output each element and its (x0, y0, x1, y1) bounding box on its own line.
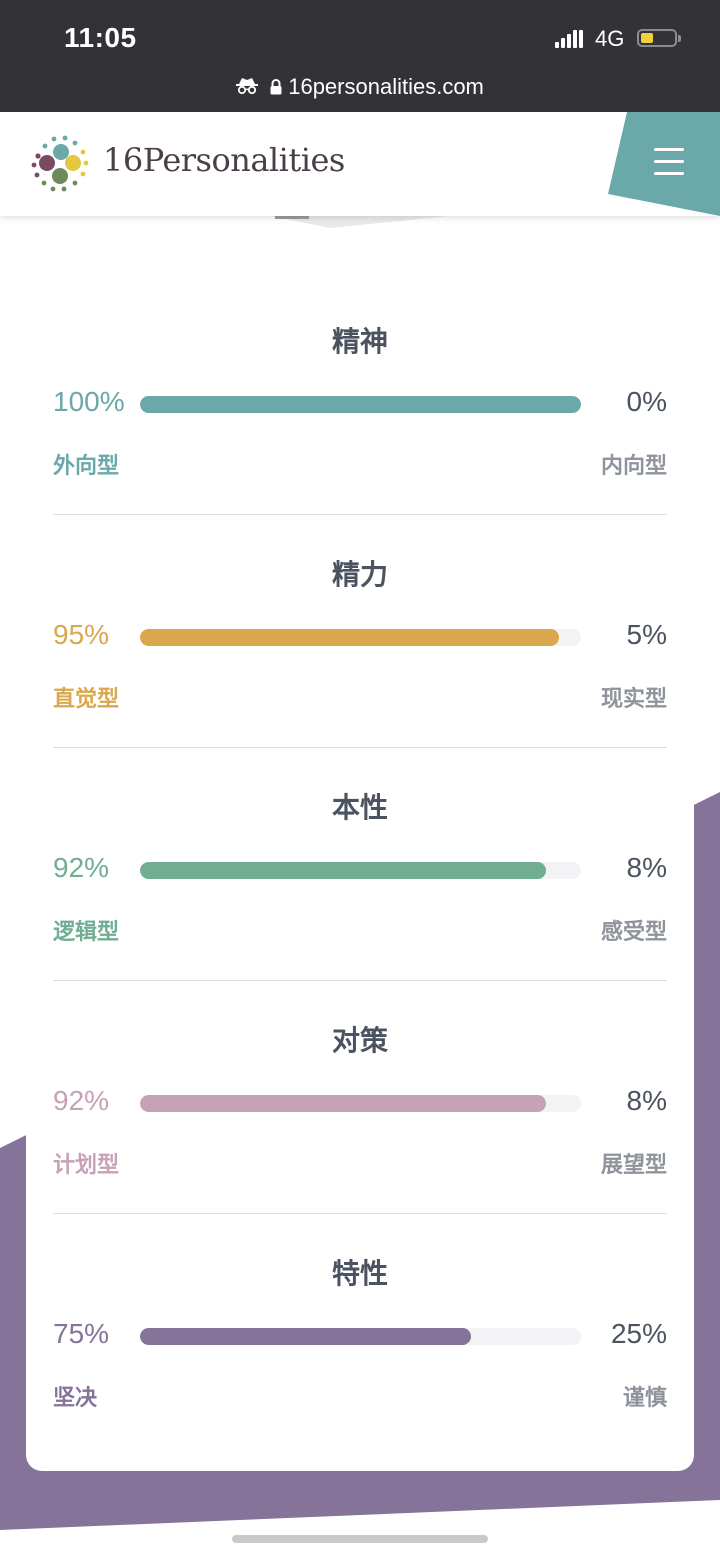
trait-bar (140, 629, 581, 646)
lock-icon (270, 75, 282, 101)
home-indicator[interactable] (232, 1535, 488, 1543)
logo-icon[interactable] (28, 132, 94, 198)
trait-left-percent: 92% (53, 1085, 110, 1116)
trait-bar-fill (140, 862, 546, 879)
trait-section-nature: 本性 92% 8% 逻辑型 感受型 (53, 682, 667, 945)
network-type: 4G (595, 26, 625, 51)
trait-bar-fill (140, 629, 559, 646)
trait-left-percent: 100% (53, 386, 125, 417)
trait-bar (140, 1328, 581, 1345)
header-tab-notch (270, 216, 450, 228)
trait-right-percent: 8% (626, 852, 667, 883)
brand-name[interactable]: 16Personalities (103, 141, 345, 179)
trait-left-percent: 95% (53, 619, 110, 650)
trait-right-percent: 25% (610, 1318, 667, 1349)
trait-left-label: 坚决 (53, 1386, 98, 1411)
trait-results-card: 精神 100% 0% 外向型 内向型 精力 95% 5% 直觉型 现实型 本性 … (26, 216, 694, 1471)
trait-right-percent: 0% (626, 386, 667, 417)
signal-icon (555, 30, 585, 48)
trait-left-percent: 92% (53, 852, 110, 883)
watermark: 知乎 (634, 1524, 674, 1548)
trait-bar-fill (140, 396, 581, 413)
trait-section-tactics: 对策 92% 8% 计划型 展望型 (53, 915, 667, 1178)
status-time: 11:05 (64, 22, 137, 53)
trait-left-percent: 75% (53, 1318, 110, 1349)
trait-title: 对策 (331, 1024, 388, 1057)
site-header: 16Personalities (0, 112, 720, 216)
trait-bar (140, 396, 581, 413)
trait-title: 精力 (331, 558, 388, 591)
trait-bar-fill (140, 1328, 471, 1345)
battery-icon (637, 29, 681, 47)
trait-title: 特性 (331, 1257, 388, 1290)
trait-bar (140, 1095, 581, 1112)
trait-bar (140, 862, 581, 879)
hamburger-menu-icon[interactable] (650, 146, 686, 178)
trait-section-energy: 精力 95% 5% 直觉型 现实型 (53, 449, 667, 712)
trait-title: 精神 (331, 325, 388, 358)
address-bar[interactable]: 16personalities.com (0, 74, 720, 101)
trait-bar-fill (140, 1095, 546, 1112)
trait-section-mind: 精神 100% 0% 外向型 内向型 (53, 216, 667, 479)
trait-title: 本性 (331, 791, 388, 824)
trait-section-identity: 特性 75% 25% 坚决 谨慎 (53, 1148, 667, 1411)
incognito-icon (236, 75, 259, 101)
trait-right-percent: 5% (626, 619, 667, 650)
trait-right-label: 谨慎 (622, 1386, 667, 1411)
trait-right-percent: 8% (626, 1085, 667, 1116)
status-bar: 11:05 4G 16personalities.com (0, 0, 720, 112)
url-text: 16personalities.com (288, 74, 484, 99)
